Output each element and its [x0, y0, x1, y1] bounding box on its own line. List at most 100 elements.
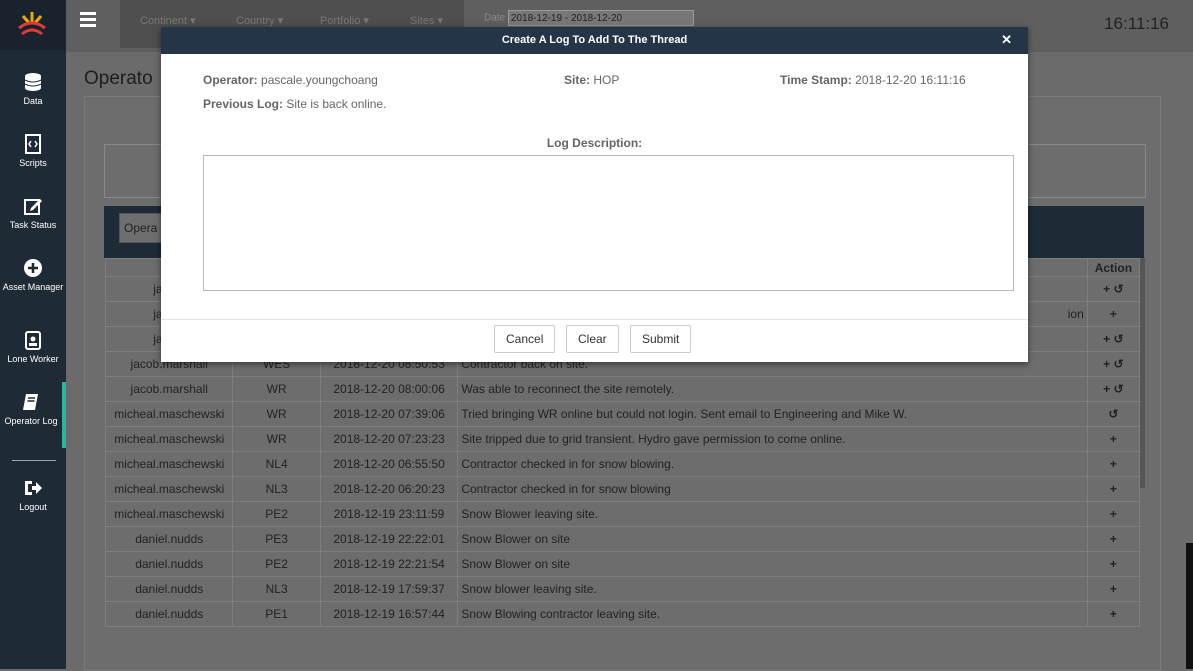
time-cell: 2018-12-19 17:59:37	[319, 576, 459, 602]
menu-icon[interactable]	[80, 12, 96, 28]
operator-cell: micheal.maschewski	[104, 476, 234, 502]
action-cell[interactable]: +	[1086, 451, 1141, 477]
description-cell: Contractor checked in for snow blowing.	[457, 451, 1088, 477]
table-row: daniel.nudds PE1 2018-12-19 16:57:44 Snow B…	[104, 601, 1141, 627]
table-row: micheal.maschewski PE2 2018-12-19 23:11:59…	[104, 501, 1141, 527]
book-icon	[23, 394, 38, 410]
app-root: Data Scripts Task Status Asset Manager L…	[0, 0, 1193, 671]
log-description-label: Log Description:	[546, 136, 643, 150]
table-row: micheal.maschewski WR 2018-12-20 07:23:23 S…	[104, 426, 1141, 452]
operator-cell: micheal.maschewski	[104, 451, 234, 477]
time-cell: 2018-12-19 22:21:54	[319, 551, 459, 577]
site-cell: PE1	[232, 601, 321, 627]
clock: 16:11:16	[1104, 14, 1169, 33]
action-cell[interactable]: +	[1086, 601, 1141, 627]
site-cell: NL3	[232, 476, 321, 502]
time-cell: 2018-12-20 07:23:23	[319, 426, 459, 452]
time-cell: 2018-12-20 06:55:50	[319, 451, 459, 477]
table-row: daniel.nudds NL3 2018-12-19 17:59:37 Snow b…	[104, 576, 1141, 602]
description-cell: Was able to reconnect the site remotely.	[457, 376, 1088, 402]
sidebar-item-operator-log[interactable]: Operator Log	[0, 382, 66, 448]
action-cell[interactable]: +	[1086, 576, 1141, 602]
description-cell: Snow Blower on site	[457, 526, 1088, 552]
site-cell: PE2	[232, 551, 321, 577]
description-cell: Site tripped due to grid transient. Hydr…	[457, 426, 1088, 452]
badge-icon	[25, 331, 41, 350]
description-cell: Snow blower leaving site.	[457, 576, 1088, 602]
sites-filter[interactable]: Sites ▾	[410, 14, 443, 27]
table-row: micheal.maschewski NL4 2018-12-20 06:55:50…	[104, 451, 1141, 477]
operator-cell: daniel.nudds	[104, 526, 234, 552]
date-range: Date	[484, 10, 694, 26]
action-cell[interactable]: + ↺	[1086, 351, 1141, 377]
sidebar-item-asset-manager[interactable]: Asset Manager	[0, 248, 66, 310]
submit-button[interactable]: Submit	[630, 325, 692, 353]
edit-icon	[24, 199, 42, 215]
operator-cell: micheal.maschewski	[104, 401, 234, 427]
database-icon	[24, 73, 42, 91]
operator-info: Operator: pascale.youngchoang	[203, 73, 378, 87]
date-range-input[interactable]	[507, 10, 694, 26]
time-cell: 2018-12-20 06:20:23	[319, 476, 459, 502]
action-cell[interactable]: ↺	[1086, 401, 1141, 427]
sidebar-item-scripts[interactable]: Scripts	[0, 124, 66, 186]
operator-cell: daniel.nudds	[104, 601, 234, 627]
edge-strip	[1186, 543, 1193, 669]
sidebar-item-label: Scripts	[19, 158, 47, 168]
site-cell: WR	[232, 401, 321, 427]
operator-label: Operator:	[203, 73, 258, 87]
sidebar-item-label: Operator Log	[4, 416, 58, 426]
close-icon[interactable]: ✕	[1001, 27, 1012, 53]
sidebar-item-logout[interactable]: Logout	[0, 468, 66, 530]
timestamp-label: Time Stamp:	[780, 73, 852, 87]
sidebar: Data Scripts Task Status Asset Manager L…	[0, 0, 66, 669]
time-cell: 2018-12-19 16:57:44	[319, 601, 459, 627]
sidebar-divider	[12, 460, 56, 461]
table-scrollbar[interactable]	[1140, 258, 1145, 488]
table-row: daniel.nudds PE2 2018-12-19 22:21:54 Snow B…	[104, 551, 1141, 577]
sun-logo-icon	[18, 12, 46, 36]
col-action: Action	[1086, 258, 1141, 277]
action-cell[interactable]: + ↺	[1086, 326, 1141, 352]
action-cell[interactable]: + ↺	[1086, 276, 1141, 302]
site-cell: NL4	[232, 451, 321, 477]
action-cell[interactable]: +	[1086, 551, 1141, 577]
create-log-modal: Create A Log To Add To The Thread ✕ Oper…	[161, 27, 1028, 362]
page-title: Operato	[84, 68, 153, 89]
action-cell[interactable]: +	[1086, 526, 1141, 552]
action-cell[interactable]: +	[1086, 426, 1141, 452]
site-info: Site: HOP	[564, 73, 619, 87]
log-description-input[interactable]	[203, 155, 1014, 291]
sidebar-item-data[interactable]: Data	[0, 62, 66, 124]
description-cell: Tried bringing WR online but could not l…	[457, 401, 1088, 427]
action-cell[interactable]: + ↺	[1086, 376, 1141, 402]
timestamp-value: 2018-12-20 16:11:16	[855, 73, 966, 87]
operator-cell: daniel.nudds	[104, 551, 234, 577]
site-value: HOP	[593, 73, 620, 87]
operator-cell: daniel.nudds	[104, 576, 234, 602]
time-cell: 2018-12-19 22:22:01	[319, 526, 459, 552]
country-filter[interactable]: Country ▾	[236, 14, 283, 27]
table-row: jacob.marshall WR 2018-12-20 08:00:06 Was a…	[104, 376, 1141, 402]
clear-button[interactable]: Clear	[566, 325, 619, 353]
site-cell: WR	[232, 426, 321, 452]
site-label: Site:	[564, 73, 591, 87]
action-cell[interactable]: +	[1086, 476, 1141, 502]
cancel-button[interactable]: Cancel	[494, 325, 556, 353]
sidebar-item-task-status[interactable]: Task Status	[0, 186, 66, 248]
time-cell: 2018-12-20 07:39:06	[319, 401, 459, 427]
sidebar-item-lone-worker[interactable]: Lone Worker	[0, 320, 66, 382]
operator-value: pascale.youngchoang	[261, 73, 378, 87]
sidebar-item-label: Asset Manager	[2, 282, 64, 292]
previous-log-info: Previous Log: Site is back online.	[203, 97, 386, 111]
description-cell: Snow Blower on site	[457, 551, 1088, 577]
site-cell: PE3	[232, 526, 321, 552]
action-cell[interactable]: +	[1086, 301, 1141, 327]
date-label: Date	[484, 12, 506, 24]
site-cell: PE2	[232, 501, 321, 527]
action-cell[interactable]: +	[1086, 501, 1141, 527]
portfolio-filter[interactable]: Portfolio ▾	[320, 14, 369, 27]
continent-filter[interactable]: Continent ▾	[140, 14, 196, 27]
logout-icon	[25, 481, 42, 495]
modal-header: Create A Log To Add To The Thread ✕	[161, 27, 1028, 54]
